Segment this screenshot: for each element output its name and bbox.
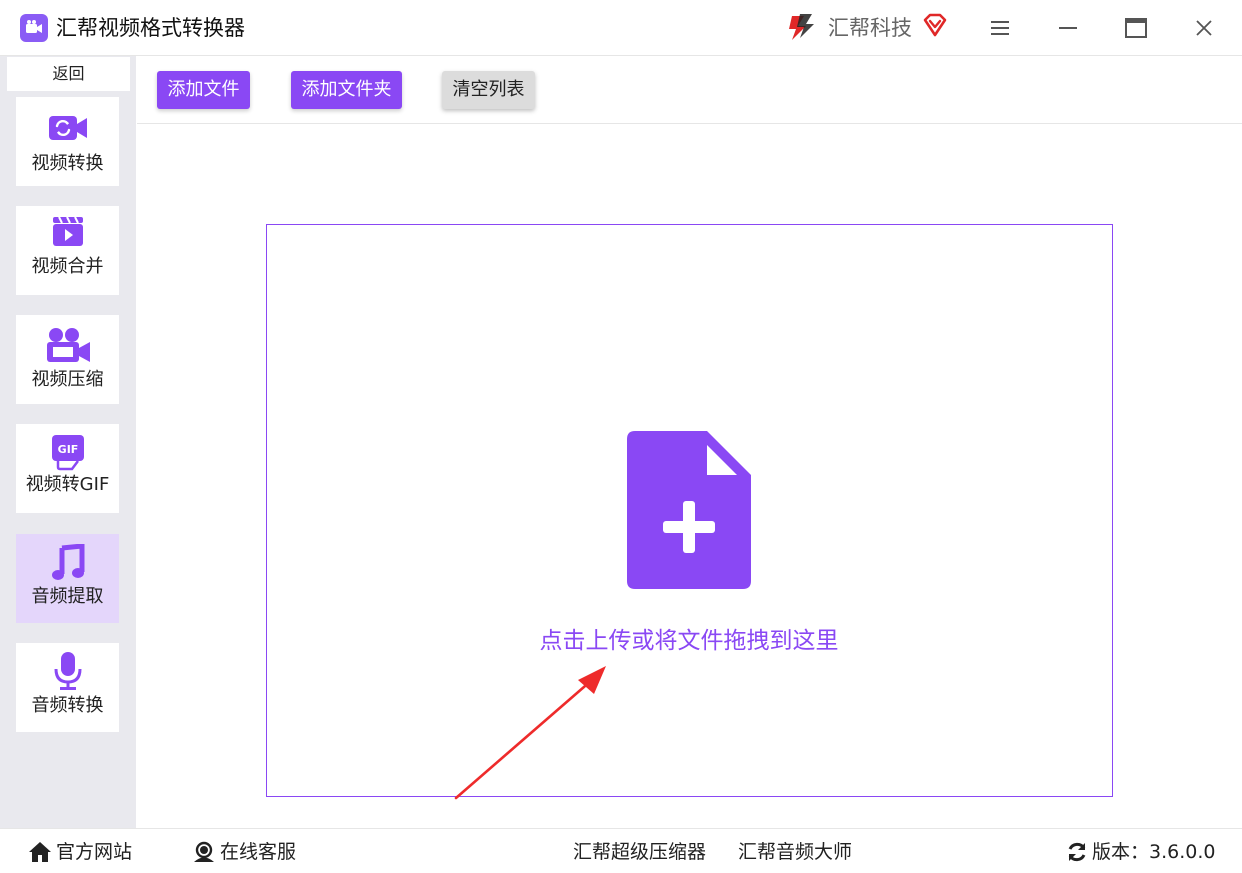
maximize-icon[interactable] [1120, 12, 1152, 44]
sidebar-item-label: 音频转换 [31, 695, 104, 716]
vip-diamond-icon[interactable] [922, 12, 948, 38]
audio-master-link[interactable]: 汇帮音频大师 [738, 839, 852, 865]
svg-text:GIF: GIF [57, 443, 78, 456]
add-file-icon [627, 431, 751, 589]
version-info: 版本： 3.6.0.0 [1066, 839, 1216, 865]
sidebar-item-video-merge[interactable]: 视频合并 [16, 206, 119, 295]
file-drop-zone[interactable]: 点击上传或将文件拖拽到这里 [266, 224, 1113, 797]
sidebar: 返回 视频转换 视频合并 视频压缩 GIF 视频转GIF 音频提取 音频转换 [0, 56, 136, 828]
sidebar-item-video-gif[interactable]: GIF 视频转GIF [16, 424, 119, 513]
brand-logo-icon [789, 14, 814, 40]
version-label: 版本： [1092, 841, 1150, 863]
menu-icon[interactable] [984, 12, 1016, 44]
sidebar-item-audio-extract[interactable]: 音频提取 [16, 534, 119, 623]
compressor-link[interactable]: 汇帮超级压缩器 [573, 839, 706, 865]
annotation-arrow-icon [454, 666, 606, 800]
add-file-button[interactable]: 添加文件 [157, 71, 250, 109]
gif-icon: GIF [16, 433, 119, 471]
app-title: 汇帮视频格式转换器 [56, 16, 245, 40]
app-logo-icon [20, 14, 48, 42]
online-support-link[interactable]: 在线客服 [192, 839, 296, 865]
back-button[interactable]: 返回 [7, 57, 130, 91]
microphone-icon [16, 651, 119, 691]
video-merge-icon [16, 216, 119, 248]
sidebar-item-label: 音频提取 [31, 586, 104, 607]
sidebar-item-video-convert[interactable]: 视频转换 [16, 97, 119, 186]
music-note-icon [16, 544, 119, 582]
title-bar: 汇帮视频格式转换器 汇帮科技 [0, 0, 1242, 56]
sidebar-item-label: 视频压缩 [31, 369, 104, 390]
sidebar-item-label: 视频转GIF [25, 474, 110, 495]
drop-zone-hint: 点击上传或将文件拖拽到这里 [539, 628, 839, 654]
footer: 官方网站 在线客服 汇帮超级压缩器 汇帮音频大师 版本： 3.6.0.0 [0, 828, 1242, 873]
sidebar-item-label: 视频转换 [31, 153, 104, 174]
clear-list-button[interactable]: 清空列表 [442, 71, 535, 109]
website-label: 官方网站 [56, 841, 133, 863]
sidebar-item-video-compress[interactable]: 视频压缩 [16, 315, 119, 404]
video-compress-icon [16, 327, 119, 363]
home-icon [29, 842, 51, 862]
add-folder-button[interactable]: 添加文件夹 [291, 71, 402, 109]
toolbar: 添加文件 添加文件夹 清空列表 [137, 56, 1242, 124]
close-icon[interactable] [1188, 12, 1220, 44]
official-website-link[interactable]: 官方网站 [28, 839, 132, 865]
brand-name: 汇帮科技 [828, 16, 912, 40]
customer-service-icon [194, 841, 214, 862]
minimize-icon[interactable] [1052, 12, 1084, 44]
version-number: 3.6.0.0 [1149, 841, 1216, 863]
sidebar-item-audio-convert[interactable]: 音频转换 [16, 643, 119, 732]
sidebar-item-label: 视频合并 [31, 256, 104, 277]
video-convert-icon [16, 113, 119, 143]
support-label: 在线客服 [220, 841, 297, 863]
refresh-icon[interactable] [1066, 841, 1088, 863]
